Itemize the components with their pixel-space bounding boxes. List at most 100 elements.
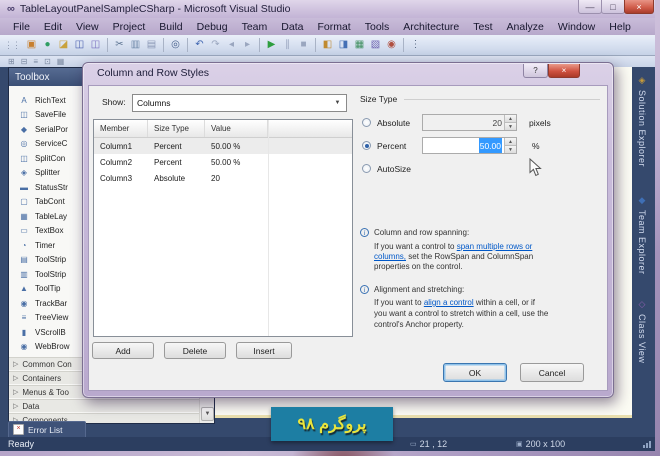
make-same-size-icon[interactable]: ≡: [33, 57, 38, 66]
toolbox-item-serialport[interactable]: ◆ SerialPor: [19, 123, 68, 136]
menu-project[interactable]: Project: [106, 20, 153, 34]
menu-window[interactable]: Window: [551, 20, 602, 34]
autosize-radio[interactable]: [362, 164, 371, 173]
table-row[interactable]: Column1 Percent 50.00 %: [94, 138, 352, 154]
menu-help[interactable]: Help: [602, 20, 638, 34]
properties-window-icon[interactable]: ◨: [336, 37, 351, 53]
dialog-help-button[interactable]: ?: [523, 64, 548, 78]
paste-icon[interactable]: ▤: [144, 37, 159, 53]
toolbox-item-statusstrip[interactable]: ▬ StatusStr: [19, 181, 68, 194]
menu-test[interactable]: Test: [466, 20, 499, 34]
close-button[interactable]: ×: [624, 0, 654, 14]
toolbox-item-splitcontainer[interactable]: ◫ SplitCon: [19, 152, 65, 165]
copy-icon[interactable]: ▥: [128, 37, 143, 53]
percent-radio[interactable]: [362, 141, 371, 150]
toolbox-item-tablelayoutpanel[interactable]: ▦ TableLay: [19, 210, 67, 223]
toolbox-item-label: TableLay: [35, 212, 68, 221]
menu-file[interactable]: File: [6, 20, 37, 34]
find-icon[interactable]: ◎: [168, 37, 183, 53]
toolbox-window-icon[interactable]: ▦: [352, 37, 367, 53]
scroll-down-button[interactable]: ▼: [201, 407, 214, 421]
start-debug-icon[interactable]: ▶: [264, 37, 279, 53]
spinner-arrows[interactable]: ▲ ▼: [504, 138, 516, 153]
tab-team-explorer[interactable]: ◆ Team Explorer: [631, 195, 653, 275]
maximize-button[interactable]: □: [601, 0, 625, 14]
undo-icon[interactable]: ↶: [192, 37, 207, 53]
spin-down-icon[interactable]: ▼: [504, 122, 516, 130]
add-item-icon[interactable]: ●: [40, 37, 55, 53]
spin-up-icon[interactable]: ▲: [504, 115, 516, 122]
toolbox-item-toolstrip[interactable]: ▤ ToolStrip: [19, 253, 66, 266]
insert-button[interactable]: Insert: [236, 342, 292, 359]
save-icon[interactable]: ◫: [72, 37, 87, 53]
redo-icon[interactable]: ↷: [208, 37, 223, 53]
align-center-icon[interactable]: ⊟: [21, 57, 28, 66]
error-list-window-icon[interactable]: ◉: [384, 37, 399, 53]
navigate-back-icon[interactable]: ◂: [224, 37, 239, 53]
open-file-icon[interactable]: ◪: [56, 37, 71, 53]
absolute-radio[interactable]: [362, 118, 371, 127]
save-all-icon[interactable]: ◫: [88, 37, 103, 53]
extensions-icon[interactable]: ▧: [368, 37, 383, 53]
toolbox-item-servicecontroller[interactable]: ◎ ServiceC: [19, 137, 68, 150]
table-row[interactable]: Column2 Percent 50.00 %: [94, 154, 352, 170]
toolbox-item-tooltip[interactable]: ▲ ToolTip: [19, 282, 60, 295]
span-rows-columns-link[interactable]: span multiple rows or: [457, 242, 533, 251]
cut-icon[interactable]: ✂: [112, 37, 127, 53]
menu-tools[interactable]: Tools: [358, 20, 397, 34]
snap-grid-icon[interactable]: ⊡: [44, 57, 51, 66]
toolbox-item-trackbar[interactable]: ◉ TrackBar: [19, 297, 68, 310]
toolbox-item-splitter[interactable]: ◈ Splitter: [19, 166, 60, 179]
menu-build[interactable]: Build: [152, 20, 189, 34]
menu-debug[interactable]: Debug: [190, 20, 235, 34]
toolbox-item-richtextbox[interactable]: A RichText: [19, 94, 65, 107]
spin-up-icon[interactable]: ▲: [504, 138, 516, 145]
spin-down-icon[interactable]: ▼: [504, 145, 516, 153]
toolbox-item-textbox[interactable]: ▭ TextBox: [19, 224, 63, 237]
toolbox-item-webbrowser[interactable]: ◉ WebBrow: [19, 340, 70, 353]
span-rows-columns-link[interactable]: columns,: [374, 252, 406, 261]
cancel-button[interactable]: Cancel: [520, 363, 584, 382]
spinner-arrows[interactable]: ▲ ▼: [504, 115, 516, 130]
toolbox-item-vscrollbar[interactable]: ▮ VScrollB: [19, 326, 66, 339]
menu-edit[interactable]: Edit: [37, 20, 69, 34]
toolbox-category-data[interactable]: ▷ Data: [9, 399, 202, 412]
menu-team[interactable]: Team: [235, 20, 275, 34]
show-dropdown[interactable]: Columns ▼: [132, 94, 347, 112]
table-row[interactable]: Column3 Absolute 20: [94, 170, 352, 186]
tab-solution-explorer[interactable]: ◈ Solution Explorer: [631, 75, 653, 167]
menu-format[interactable]: Format: [310, 20, 357, 34]
align-control-link[interactable]: align a control: [424, 298, 474, 307]
menu-analyze[interactable]: Analyze: [500, 20, 551, 34]
new-project-icon[interactable]: ▣: [24, 37, 39, 53]
header-member[interactable]: Member: [94, 120, 148, 137]
toolbar-drag-handle[interactable]: ⋮⋮: [4, 40, 21, 51]
toolbox-item-tabcontrol[interactable]: ▢ TabCont: [19, 195, 65, 208]
tab-class-view[interactable]: ◇ Class View: [631, 299, 653, 363]
timer-icon: ◔: [21, 241, 27, 250]
toolbox-item-toolstripcontainer[interactable]: ▥ ToolStrip: [19, 268, 66, 281]
menu-view[interactable]: View: [69, 20, 106, 34]
toolbox-item-savefiledialog[interactable]: ◫ SaveFile: [19, 108, 66, 121]
stop-icon[interactable]: ■: [296, 37, 311, 53]
header-value[interactable]: Value: [205, 120, 268, 137]
delete-button[interactable]: Delete: [164, 342, 226, 359]
ok-button[interactable]: OK: [443, 363, 507, 382]
align-left-icon[interactable]: ⊞: [8, 57, 15, 66]
pause-icon[interactable]: ∥: [280, 37, 295, 53]
toolbox-item-treeview[interactable]: ≡ TreeView: [19, 311, 69, 324]
add-button[interactable]: Add: [92, 342, 154, 359]
dialog-close-button[interactable]: ×: [548, 64, 580, 78]
toolbox-item-timer[interactable]: ◔ Timer: [19, 239, 56, 252]
solution-explorer-icon[interactable]: ◧: [320, 37, 335, 53]
layout-grid-icon[interactable]: ▦: [57, 57, 65, 66]
minimize-button[interactable]: —: [578, 0, 602, 14]
error-list-tab[interactable]: × Error List: [8, 421, 86, 437]
menu-architecture[interactable]: Architecture: [396, 20, 466, 34]
navigate-forward-icon[interactable]: ▸: [240, 37, 255, 53]
header-size-type[interactable]: Size Type: [148, 120, 205, 137]
menu-data[interactable]: Data: [274, 20, 310, 34]
absolute-value-spinner[interactable]: 20 ▲ ▼: [422, 114, 517, 131]
percent-value-spinner[interactable]: 50.00 ▲ ▼: [422, 137, 517, 154]
toolbar-overflow-icon[interactable]: ⋮: [408, 37, 423, 53]
